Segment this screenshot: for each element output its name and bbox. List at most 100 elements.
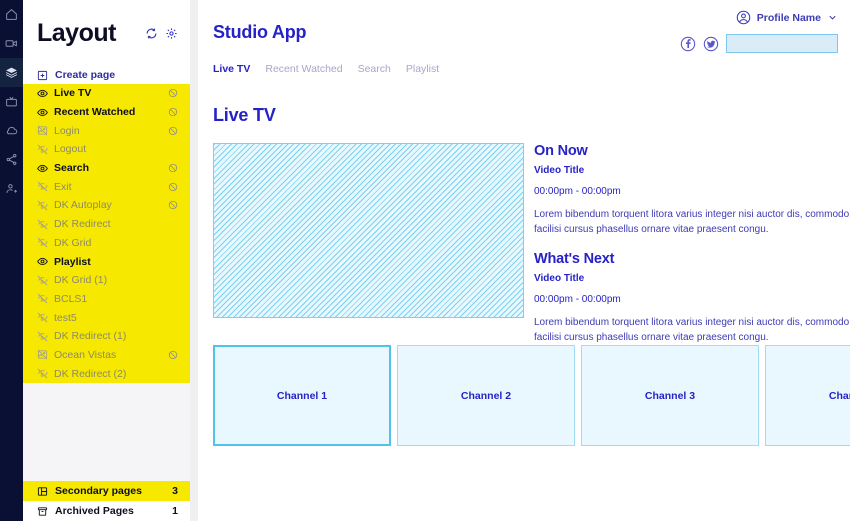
add-square-icon xyxy=(37,70,48,80)
tv-icon xyxy=(6,96,17,107)
page-list-item[interactable]: DK Grid xyxy=(23,234,190,253)
page-list-item-label: Logout xyxy=(54,143,87,156)
page-list-item-label: DK Grid (1) xyxy=(54,274,108,287)
twitter-icon[interactable] xyxy=(703,36,719,52)
page-list-item[interactable]: Playlist xyxy=(23,252,190,271)
search-input[interactable] xyxy=(733,38,850,49)
layout-sidebar: Layout Create page Live TV Recent Watche… xyxy=(23,0,190,521)
schedule-time: 00:00pm - 00:00pm xyxy=(534,294,621,305)
rail-item-tv[interactable] xyxy=(0,87,23,116)
page-list-item[interactable]: Recent Watched xyxy=(23,103,190,122)
page-list-item[interactable]: Live TV xyxy=(23,84,190,103)
channel-card[interactable]: Channel 1 xyxy=(213,345,391,446)
rail-item-video[interactable] xyxy=(0,29,23,58)
page-list-item-label: DK Redirect (1) xyxy=(54,330,127,343)
blocked-icon[interactable] xyxy=(168,88,178,98)
rail-item-cloud[interactable] xyxy=(0,116,23,145)
rail-item-layers[interactable] xyxy=(0,58,23,87)
schedule-panel: On Now Video Title 00:00pm - 00:00pm Lor… xyxy=(534,143,850,345)
channel-card[interactable]: Channel 2 xyxy=(397,345,575,446)
image-slash-icon[interactable] xyxy=(37,349,48,360)
page-list-item[interactable]: DK Redirect xyxy=(23,215,190,234)
secondary-pages-label: Secondary pages xyxy=(55,485,142,497)
facebook-icon[interactable] xyxy=(680,36,696,52)
channel-card[interactable]: Channel 4 xyxy=(765,345,850,446)
eye-slash-icon[interactable] xyxy=(37,237,48,248)
page-list-item[interactable]: Ocean Vistas xyxy=(23,346,190,365)
eye-icon[interactable] xyxy=(37,88,48,99)
user-circle-icon xyxy=(736,10,751,25)
blocked-icon[interactable] xyxy=(168,200,178,210)
eye-slash-icon[interactable] xyxy=(37,312,48,323)
page-list-item-label: DK Redirect (2) xyxy=(54,367,127,380)
page-list-item[interactable]: DK Grid (1) xyxy=(23,271,190,290)
blocked-icon-placeholder xyxy=(168,144,178,154)
page-list-item[interactable]: Login xyxy=(23,121,190,140)
nav-tab[interactable]: Live TV xyxy=(213,63,250,75)
search-box[interactable] xyxy=(726,34,850,53)
rail-item-share[interactable] xyxy=(0,145,23,174)
sidebar-item-archived-pages[interactable]: Archived Pages 1 xyxy=(23,501,190,521)
rail-item-home[interactable] xyxy=(0,0,23,29)
user-add-icon xyxy=(6,184,17,193)
blocked-icon[interactable] xyxy=(168,350,178,360)
nav-tabs: Live TV Recent Watched Search Playlist xyxy=(213,63,439,75)
panels-icon xyxy=(37,486,48,496)
hero-section: On Now Video Title 00:00pm - 00:00pm Lor… xyxy=(198,143,850,343)
blocked-icon[interactable] xyxy=(168,107,178,117)
blocked-icon-placeholder xyxy=(168,294,178,304)
sidebar-title: Layout xyxy=(37,18,116,47)
page-list-item[interactable]: DK Redirect (2) xyxy=(23,364,190,383)
page-list-item[interactable]: test5 xyxy=(23,308,190,327)
profile-menu[interactable]: Profile Name xyxy=(736,10,838,25)
blocked-icon-placeholder xyxy=(168,219,178,229)
page-list-item-label: test5 xyxy=(54,311,77,324)
blocked-icon-placeholder xyxy=(168,369,178,379)
eye-icon[interactable] xyxy=(37,163,48,174)
archived-pages-label: Archived Pages xyxy=(55,505,134,517)
blocked-icon-placeholder xyxy=(168,331,178,341)
page-list-item[interactable]: Logout xyxy=(23,140,190,159)
nav-tab[interactable]: Search xyxy=(358,63,391,75)
video-placeholder[interactable] xyxy=(213,143,524,318)
page-list-item[interactable]: BCLS1 xyxy=(23,290,190,309)
chevron-down-icon[interactable] xyxy=(827,12,838,23)
blocked-icon[interactable] xyxy=(168,182,178,192)
eye-slash-icon[interactable] xyxy=(37,293,48,304)
blocked-icon[interactable] xyxy=(168,126,178,136)
main-content: Studio App Live TV Recent Watched Search Pl… xyxy=(198,0,850,521)
page-list-item-label: DK Redirect xyxy=(54,218,111,231)
cloud-icon xyxy=(6,126,18,135)
eye-icon[interactable] xyxy=(37,107,48,118)
eye-slash-icon[interactable] xyxy=(37,219,48,230)
schedule-block: On Now Video Title 00:00pm - 00:00pm Lor… xyxy=(534,143,850,237)
schedule-time: 00:00pm - 00:00pm xyxy=(534,186,621,197)
eye-slash-icon[interactable] xyxy=(37,181,48,192)
nav-tab[interactable]: Playlist xyxy=(406,63,439,75)
page-list-item[interactable]: DK Redirect (1) xyxy=(23,327,190,346)
refresh-icon[interactable] xyxy=(145,27,158,40)
eye-slash-icon[interactable] xyxy=(37,368,48,379)
page-list-item-label: Exit xyxy=(54,180,72,193)
eye-slash-icon[interactable] xyxy=(37,275,48,286)
create-page-button[interactable]: Create page xyxy=(23,66,190,84)
nav-tab[interactable]: Recent Watched xyxy=(265,63,342,75)
rail-item-user[interactable] xyxy=(0,174,23,203)
sidebar-header-actions xyxy=(145,27,178,40)
page-list-item[interactable]: Exit xyxy=(23,177,190,196)
schedule-heading: On Now xyxy=(534,143,588,159)
page-list-item[interactable]: DK Autoplay xyxy=(23,196,190,215)
sidebar-item-secondary-pages[interactable]: Secondary pages 3 xyxy=(23,481,190,501)
eye-slash-icon[interactable] xyxy=(37,331,48,342)
eye-icon[interactable] xyxy=(37,256,48,267)
image-slash-icon[interactable] xyxy=(37,125,48,136)
blocked-icon[interactable] xyxy=(168,163,178,173)
eye-slash-icon[interactable] xyxy=(37,144,48,155)
blocked-icon-placeholder xyxy=(168,257,178,267)
page-list-item-label: DK Grid xyxy=(54,236,92,249)
page-list-item-label: DK Autoplay xyxy=(54,199,112,212)
channel-card[interactable]: Channel 3 xyxy=(581,345,759,446)
eye-slash-icon[interactable] xyxy=(37,200,48,211)
gear-icon[interactable] xyxy=(165,27,178,40)
page-list-item[interactable]: Search xyxy=(23,159,190,178)
